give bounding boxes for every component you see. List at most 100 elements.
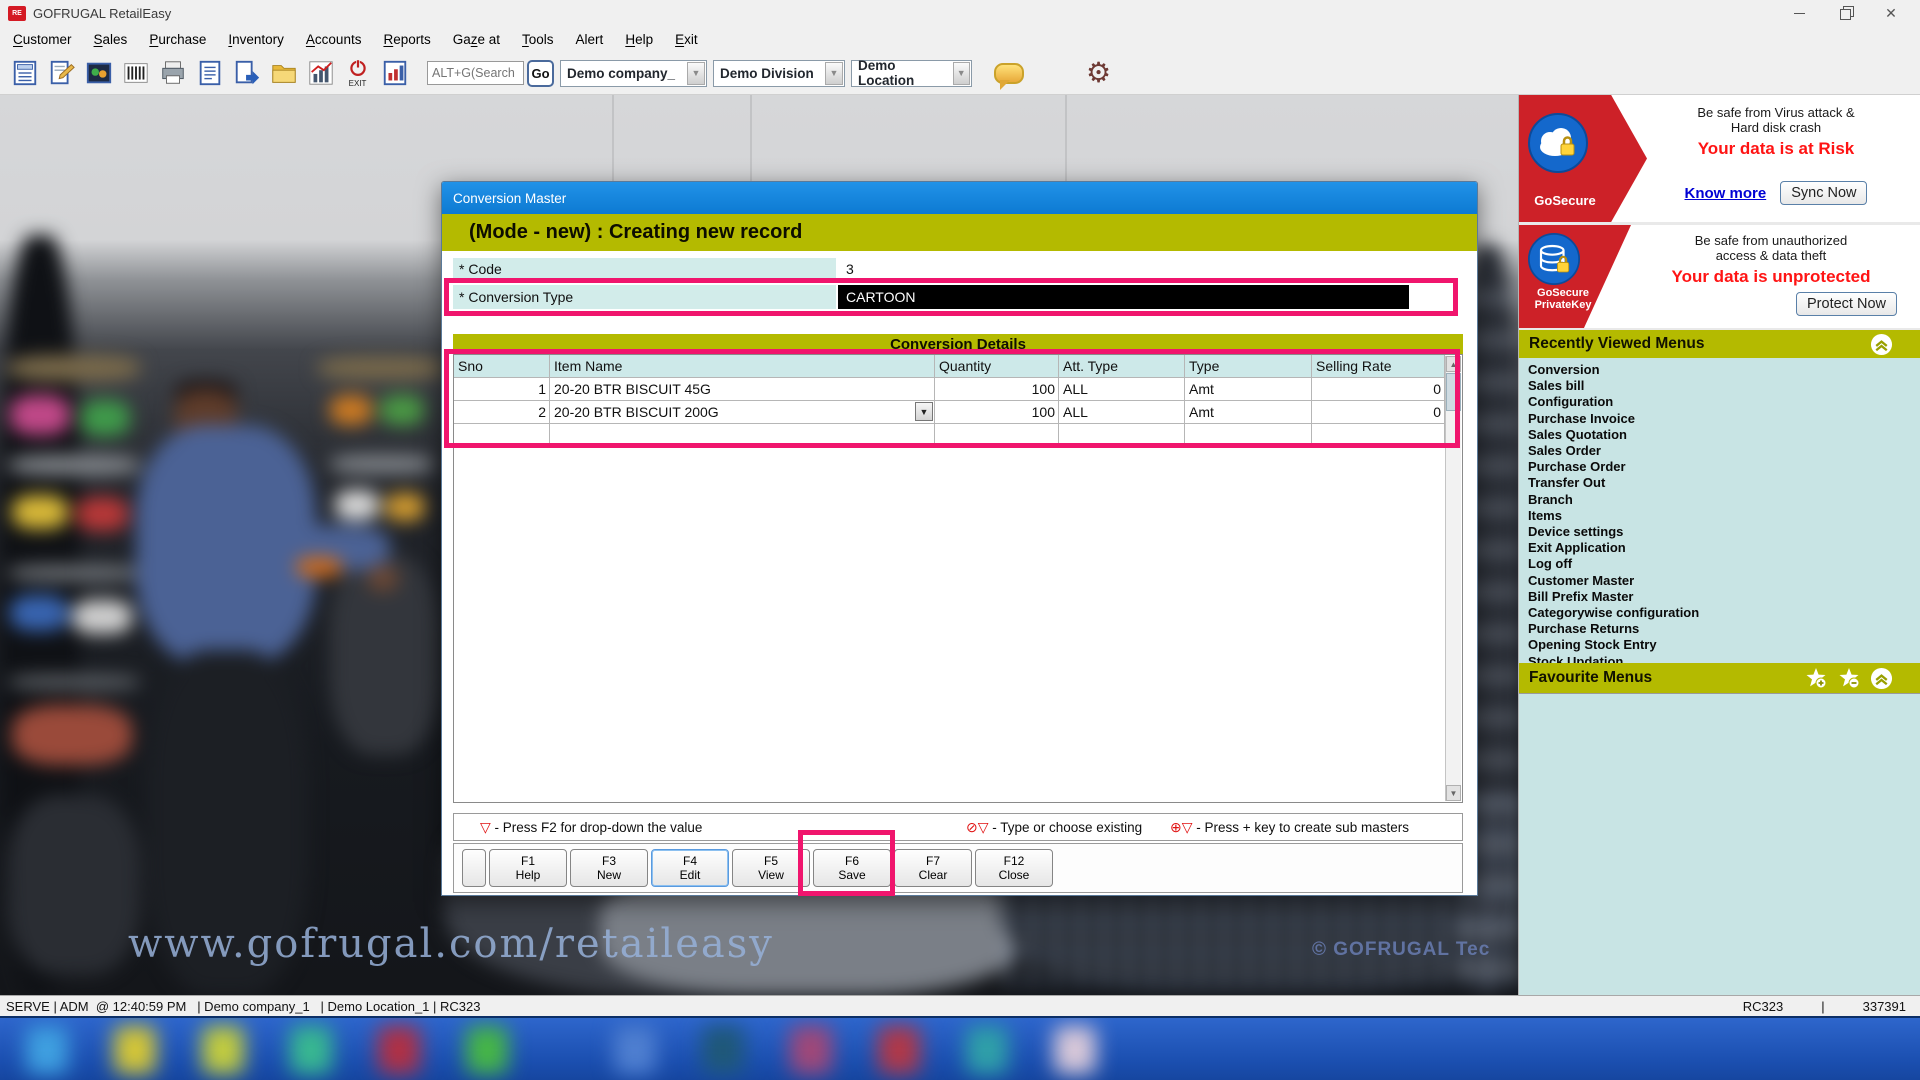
recent-menu-bill-prefix-master[interactable]: Bill Prefix Master [1528, 589, 1920, 605]
windows-taskbar[interactable] [0, 1016, 1920, 1080]
combo-dropdown-icon[interactable]: ▼ [915, 402, 933, 421]
document-transfer-icon[interactable] [228, 53, 265, 93]
recent-menu-exit-application[interactable]: Exit Application [1528, 540, 1920, 556]
f6-save-button[interactable]: F6Save [813, 849, 891, 887]
recently-viewed-header[interactable]: Recently Viewed Menus [1519, 330, 1920, 358]
close-button[interactable]: ✕ [1868, 0, 1914, 26]
protect-now-button[interactable]: Protect Now [1796, 292, 1897, 316]
menu-gaze-at[interactable]: Gaze at [442, 28, 511, 51]
recent-menu-configuration[interactable]: Configuration [1528, 394, 1920, 410]
minimize-button[interactable] [1776, 0, 1822, 26]
f3-new-button[interactable]: F3New [570, 849, 648, 887]
division-select[interactable]: Demo Division▼ [713, 60, 845, 87]
scroll-down-icon[interactable]: ▼ [1446, 785, 1461, 801]
f7-clear-button[interactable]: F7Clear [894, 849, 972, 887]
menu-tools[interactable]: Tools [511, 28, 565, 51]
code-input[interactable]: 3 [838, 258, 854, 280]
sales-chart-icon[interactable] [302, 53, 339, 93]
f12-close-button[interactable]: F12Close [975, 849, 1053, 887]
chevron-down-icon[interactable]: ▼ [825, 62, 843, 85]
know-more-link[interactable]: Know more [1685, 185, 1767, 202]
sales-edit-icon[interactable] [43, 53, 80, 93]
print-icon[interactable] [154, 53, 191, 93]
recent-menu-branch[interactable]: Branch [1528, 492, 1920, 508]
recent-menu-sales-bill[interactable]: Sales bill [1528, 378, 1920, 394]
recent-menu-purchase-returns[interactable]: Purchase Returns [1528, 621, 1920, 637]
collapse-icon[interactable] [1870, 667, 1893, 690]
menu-customer[interactable]: Customer [2, 28, 83, 51]
recent-menu-sales-order[interactable]: Sales Order [1528, 443, 1920, 459]
exit-power-icon[interactable]: EXIT [339, 53, 376, 93]
grid-scrollbar[interactable]: ▲ ▼ [1445, 356, 1461, 801]
barcode-icon[interactable] [117, 53, 154, 93]
recent-menu-log-off[interactable]: Log off [1528, 556, 1920, 572]
cell-item-name[interactable]: 20-20 BTR BISCUIT 45G [550, 378, 935, 401]
sync-now-button[interactable]: Sync Now [1780, 181, 1867, 205]
menu-alert[interactable]: Alert [565, 28, 615, 51]
location-select[interactable]: Demo Location▼ [851, 60, 972, 87]
star-plus-icon[interactable] [1804, 666, 1828, 690]
cell-item-name[interactable]: 20-20 BTR BISCUIT 200G▼ [550, 401, 935, 424]
menu-help[interactable]: Help [614, 28, 664, 51]
recent-menu-sales-quotation[interactable]: Sales Quotation [1528, 427, 1920, 443]
taskbar-app-blob [702, 1026, 744, 1074]
recent-menu-items[interactable]: Items [1528, 508, 1920, 524]
scroll-up-icon[interactable]: ▲ [1446, 356, 1461, 372]
collapse-icon[interactable] [1870, 333, 1893, 356]
recent-menu-purchase-invoice[interactable]: Purchase Invoice [1528, 411, 1920, 427]
f5-view-button[interactable]: F5View [732, 849, 810, 887]
cell-sno[interactable]: 1 [454, 378, 550, 401]
billing-icon[interactable] [6, 53, 43, 93]
cell-att-type[interactable] [1059, 424, 1185, 447]
cell-att-type[interactable]: ALL [1059, 401, 1185, 424]
favourite-menus-header[interactable]: Favourite Menus [1519, 663, 1920, 693]
dialog-title[interactable]: Conversion Master [442, 182, 1477, 214]
gosecure-panel: GoSecure Be safe from Virus attack & Har… [1519, 95, 1920, 222]
cell-type[interactable] [1185, 424, 1312, 447]
cell-quantity[interactable]: 100 [935, 401, 1059, 424]
cell-sno[interactable]: 2 [454, 401, 550, 424]
search-input[interactable] [427, 61, 524, 85]
conversion-type-input[interactable]: CARTOON [838, 285, 1409, 309]
menu-reports[interactable]: Reports [372, 28, 441, 51]
recent-menu-categorywise-configuration[interactable]: Categorywise configuration [1528, 605, 1920, 621]
cell-item-name[interactable] [550, 424, 935, 447]
menu-purchase[interactable]: Purchase [138, 28, 217, 51]
recent-menu-opening-stock-entry[interactable]: Opening Stock Entry [1528, 637, 1920, 653]
menu-sales[interactable]: Sales [83, 28, 139, 51]
recent-menu-conversion[interactable]: Conversion [1528, 362, 1920, 378]
cell-type[interactable]: Amt [1185, 378, 1312, 401]
star-minus-icon[interactable] [1837, 666, 1861, 690]
recent-menu-transfer-out[interactable]: Transfer Out [1528, 475, 1920, 491]
scroll-thumb[interactable] [1446, 373, 1461, 411]
recent-menu-customer-master[interactable]: Customer Master [1528, 573, 1920, 589]
company-select[interactable]: Demo company_▼ [560, 60, 707, 87]
cell-sno[interactable] [454, 424, 550, 447]
blank-button[interactable] [462, 849, 486, 887]
recent-menu-device-settings[interactable]: Device settings [1528, 524, 1920, 540]
menu-inventory[interactable]: Inventory [217, 28, 295, 51]
recent-menu-purchase-order[interactable]: Purchase Order [1528, 459, 1920, 475]
item-image-icon[interactable] [80, 53, 117, 93]
f4-edit-button[interactable]: F4Edit [651, 849, 729, 887]
bill-list-icon[interactable] [191, 53, 228, 93]
cell-selling-rate[interactable]: 0 [1312, 401, 1445, 424]
cell-selling-rate[interactable]: 0 [1312, 378, 1445, 401]
go-button[interactable]: Go [527, 60, 554, 87]
chat-bubble-icon[interactable] [994, 63, 1024, 84]
folder-icon[interactable] [265, 53, 302, 93]
chevron-down-icon[interactable]: ▼ [687, 62, 705, 85]
cell-quantity[interactable] [935, 424, 1059, 447]
cell-quantity[interactable]: 100 [935, 378, 1059, 401]
chevron-down-icon[interactable]: ▼ [953, 62, 971, 85]
menu-accounts[interactable]: Accounts [295, 28, 373, 51]
cell-selling-rate[interactable] [1312, 424, 1445, 447]
gear-icon[interactable]: ⚙ [1086, 59, 1111, 87]
restore-button[interactable] [1822, 0, 1868, 26]
cell-att-type[interactable]: ALL [1059, 378, 1185, 401]
cell-type[interactable]: Amt [1185, 401, 1312, 424]
f1-help-button[interactable]: F1Help [489, 849, 567, 887]
recent-menu-stock-updation[interactable]: Stock Updation [1528, 654, 1920, 663]
menu-exit[interactable]: Exit [664, 28, 709, 51]
report-icon[interactable] [376, 53, 413, 93]
